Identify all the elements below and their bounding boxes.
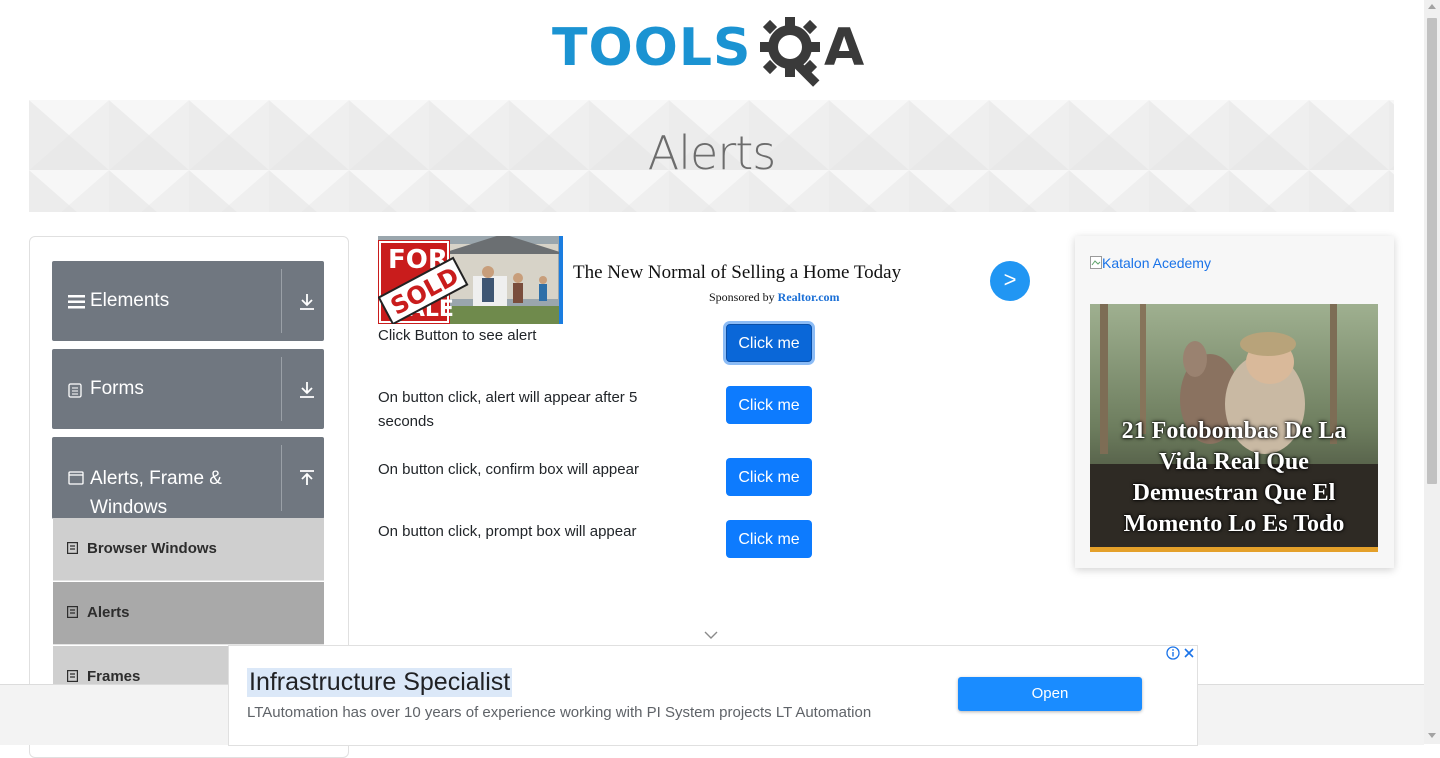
bottom-banner-ad[interactable]: Infrastructure Specialist LTAutomation h… xyxy=(228,645,1198,746)
list-doc-icon xyxy=(67,670,78,682)
ad-headline[interactable]: The New Normal of Selling a Home Today xyxy=(573,262,901,284)
timer-alert-row-text: On button click, alert will appear after… xyxy=(378,389,638,430)
sold-sign-illustration: FOR SALE SOLD xyxy=(378,236,563,324)
sidebar-item-label: Alerts xyxy=(87,604,130,621)
sponsored-ad-top[interactable]: FOR SALE SOLD The New Normal of Selling … xyxy=(378,236,1033,324)
sidebar-item-label: Frames xyxy=(87,668,141,685)
timer-alert-button[interactable]: Click me xyxy=(726,386,812,424)
bottom-ad-open-button[interactable]: Open xyxy=(958,677,1142,711)
list-doc-icon xyxy=(67,606,78,618)
broken-image-alt-text: Katalon Acedemy xyxy=(1102,255,1211,271)
sidebar-group-forms[interactable]: Forms xyxy=(52,349,324,429)
scroll-down-arrow-icon[interactable] xyxy=(1428,733,1436,738)
divider xyxy=(281,269,282,333)
page-scrollbar[interactable] xyxy=(1424,0,1440,744)
alert-button[interactable]: Click me xyxy=(726,324,812,362)
toolsqa-logo[interactable]: TOOLS A xyxy=(552,14,877,92)
list-doc-icon xyxy=(67,542,78,554)
document-icon xyxy=(68,383,82,398)
confirm-row-text: On button click, confirm box will appear xyxy=(378,461,639,478)
sidebar-item-label: Browser Windows xyxy=(87,540,217,557)
sidebar-group-alerts-frame-windows[interactable]: Alerts, Frame & Windows xyxy=(52,437,324,519)
page-banner: Alerts xyxy=(29,100,1394,212)
download-arrow-icon xyxy=(300,382,314,398)
hamburger-icon xyxy=(68,295,85,309)
sidebar-group-label: Alerts, Frame & Windows xyxy=(90,468,222,518)
window-icon xyxy=(68,471,84,485)
ad-info-icon[interactable] xyxy=(1166,646,1180,660)
sidebar-group-label: Elements xyxy=(90,290,170,311)
ad-accent-bar xyxy=(1090,547,1378,552)
sidebar-group-label: Forms xyxy=(90,378,144,399)
ad-next-arrow-button[interactable]: > xyxy=(990,261,1030,301)
sidebar-item-alerts[interactable]: Alerts xyxy=(53,582,324,645)
broken-image-katalon[interactable]: Katalon Acedemy xyxy=(1090,255,1211,271)
download-arrow-icon xyxy=(300,294,314,310)
ad-accent-bar xyxy=(559,236,563,324)
sidebar-item-browser-windows[interactable]: Browser Windows xyxy=(53,518,324,581)
logo-tools-text: TOOLS xyxy=(552,18,752,78)
broken-image-icon xyxy=(1090,256,1102,269)
bottom-ad-subtitle: LTAutomation has over 10 years of experi… xyxy=(247,704,872,721)
ad-image-sold-sign: FOR SALE SOLD xyxy=(378,236,563,324)
logo-a-text: A xyxy=(824,18,865,78)
scrollbar-thumb[interactable] xyxy=(1427,18,1437,484)
divider xyxy=(281,357,282,421)
ad-caption: 21 Fotobombas De La Vida Real Que Demues… xyxy=(1121,418,1347,537)
ad-sponsor-line: Sponsored by Realtor.com xyxy=(709,290,840,305)
prompt-row-text: On button click, prompt box will appear xyxy=(378,523,637,540)
upload-arrow-icon xyxy=(300,470,314,485)
page-title: Alerts xyxy=(647,126,776,180)
ad-sponsor-link[interactable]: Realtor.com xyxy=(778,290,840,304)
scroll-up-arrow-icon[interactable] xyxy=(1428,4,1436,9)
confirm-button[interactable]: Click me xyxy=(726,458,812,496)
chevron-down-icon[interactable] xyxy=(704,630,718,640)
ad-close-icon[interactable] xyxy=(1182,646,1196,660)
divider xyxy=(281,445,282,511)
prompt-button[interactable]: Click me xyxy=(726,520,812,558)
alert-row-text: Click Button to see alert xyxy=(378,327,537,344)
sidebar-group-elements[interactable]: Elements xyxy=(52,261,324,341)
right-sidebar-ad[interactable]: Katalon Acedemy 21 Fotobombas De La Vida… xyxy=(1075,236,1394,568)
ad-photo[interactable]: 21 Fotobombas De La Vida Real Que Demues… xyxy=(1090,304,1378,552)
bottom-ad-title[interactable]: Infrastructure Specialist xyxy=(247,668,513,697)
gear-magnifier-icon xyxy=(760,17,820,87)
ad-sponsored-prefix: Sponsored by xyxy=(709,290,775,304)
